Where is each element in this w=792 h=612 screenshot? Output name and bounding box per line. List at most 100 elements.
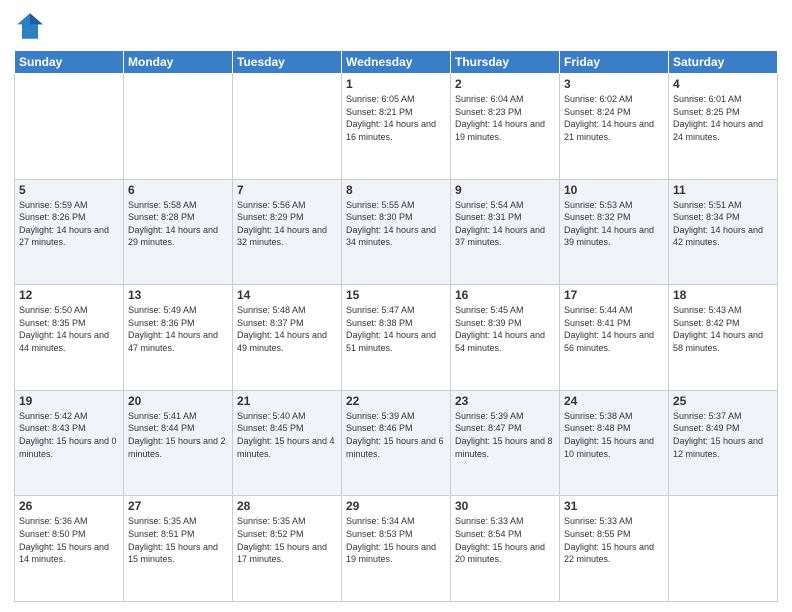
day-number: 18 bbox=[673, 288, 773, 302]
day-number: 10 bbox=[564, 183, 664, 197]
day-number: 13 bbox=[128, 288, 228, 302]
day-number: 27 bbox=[128, 499, 228, 513]
day-number: 12 bbox=[19, 288, 119, 302]
day-number: 16 bbox=[455, 288, 555, 302]
calendar-cell: 30 Sunrise: 5:33 AM Sunset: 8:54 PM Dayli… bbox=[451, 496, 560, 602]
calendar-week: 5 Sunrise: 5:59 AM Sunset: 8:26 PM Daylig… bbox=[15, 179, 778, 285]
calendar-cell: 3 Sunrise: 6:02 AM Sunset: 8:24 PM Daylig… bbox=[560, 74, 669, 180]
day-number: 22 bbox=[346, 394, 446, 408]
day-info: Sunrise: 5:48 AM Sunset: 8:37 PM Dayligh… bbox=[237, 304, 337, 354]
weekday-header: Monday bbox=[124, 51, 233, 74]
calendar-cell: 15 Sunrise: 5:47 AM Sunset: 8:38 PM Dayli… bbox=[342, 285, 451, 391]
calendar-cell: 14 Sunrise: 5:48 AM Sunset: 8:37 PM Dayli… bbox=[233, 285, 342, 391]
day-info: Sunrise: 5:59 AM Sunset: 8:26 PM Dayligh… bbox=[19, 199, 119, 249]
day-info: Sunrise: 5:33 AM Sunset: 8:54 PM Dayligh… bbox=[455, 515, 555, 565]
calendar-cell: 5 Sunrise: 5:59 AM Sunset: 8:26 PM Daylig… bbox=[15, 179, 124, 285]
day-number: 14 bbox=[237, 288, 337, 302]
calendar-body: 1 Sunrise: 6:05 AM Sunset: 8:21 PM Daylig… bbox=[15, 74, 778, 602]
day-number: 30 bbox=[455, 499, 555, 513]
calendar-cell: 16Sunrise: 5:45 AM Sunset: 8:39 PM Dayli… bbox=[451, 285, 560, 391]
header bbox=[14, 10, 778, 42]
calendar-cell: 4 Sunrise: 6:01 AM Sunset: 8:25 PM Daylig… bbox=[669, 74, 778, 180]
weekday-row: SundayMondayTuesdayWednesdayThursdayFrid… bbox=[15, 51, 778, 74]
calendar-cell bbox=[233, 74, 342, 180]
calendar-cell: 13 Sunrise: 5:49 AM Sunset: 8:36 PM Dayli… bbox=[124, 285, 233, 391]
day-info: Sunrise: 5:49 AM Sunset: 8:36 PM Dayligh… bbox=[128, 304, 228, 354]
day-info: Sunrise: 5:51 AM Sunset: 8:34 PM Dayligh… bbox=[673, 199, 773, 249]
calendar-week: 1 Sunrise: 6:05 AM Sunset: 8:21 PM Daylig… bbox=[15, 74, 778, 180]
calendar-cell: 7 Sunrise: 5:56 AM Sunset: 8:29 PM Daylig… bbox=[233, 179, 342, 285]
calendar-cell: 21Sunrise: 5:40 AM Sunset: 8:45 PM Dayli… bbox=[233, 390, 342, 496]
calendar-cell bbox=[15, 74, 124, 180]
day-info: Sunrise: 5:53 AM Sunset: 8:32 PM Dayligh… bbox=[564, 199, 664, 249]
day-info: Sunrise: 5:47 AM Sunset: 8:38 PM Dayligh… bbox=[346, 304, 446, 354]
day-info: Sunrise: 5:44 AM Sunset: 8:41 PM Dayligh… bbox=[564, 304, 664, 354]
calendar-cell bbox=[669, 496, 778, 602]
day-info: Sunrise: 5:34 AM Sunset: 8:53 PM Dayligh… bbox=[346, 515, 446, 565]
day-number: 7 bbox=[237, 183, 337, 197]
day-info: Sunrise: 5:54 AM Sunset: 8:31 PM Dayligh… bbox=[455, 199, 555, 249]
day-number: 20 bbox=[128, 394, 228, 408]
day-number: 9 bbox=[455, 183, 555, 197]
calendar-cell: 25 Sunrise: 5:37 AM Sunset: 8:49 PM Dayli… bbox=[669, 390, 778, 496]
day-info: Sunrise: 5:42 AM Sunset: 8:43 PM Dayligh… bbox=[19, 410, 119, 460]
day-number: 3 bbox=[564, 77, 664, 91]
day-info: Sunrise: 6:04 AM Sunset: 8:23 PM Dayligh… bbox=[455, 93, 555, 143]
day-info: Sunrise: 5:56 AM Sunset: 8:29 PM Dayligh… bbox=[237, 199, 337, 249]
day-info: Sunrise: 5:38 AM Sunset: 8:48 PM Dayligh… bbox=[564, 410, 664, 460]
day-number: 4 bbox=[673, 77, 773, 91]
page: SundayMondayTuesdayWednesdayThursdayFrid… bbox=[0, 0, 792, 612]
day-info: Sunrise: 6:05 AM Sunset: 8:21 PM Dayligh… bbox=[346, 93, 446, 143]
day-info: Sunrise: 5:35 AM Sunset: 8:52 PM Dayligh… bbox=[237, 515, 337, 565]
day-info: Sunrise: 5:39 AM Sunset: 8:47 PM Dayligh… bbox=[455, 410, 555, 460]
day-info: Sunrise: 5:36 AM Sunset: 8:50 PM Dayligh… bbox=[19, 515, 119, 565]
calendar-cell: 6 Sunrise: 5:58 AM Sunset: 8:28 PM Daylig… bbox=[124, 179, 233, 285]
calendar-cell: 24 Sunrise: 5:38 AM Sunset: 8:48 PM Dayli… bbox=[560, 390, 669, 496]
weekday-header: Friday bbox=[560, 51, 669, 74]
day-info: Sunrise: 5:39 AM Sunset: 8:46 PM Dayligh… bbox=[346, 410, 446, 460]
calendar-cell: 23 Sunrise: 5:39 AM Sunset: 8:47 PM Dayli… bbox=[451, 390, 560, 496]
day-number: 1 bbox=[346, 77, 446, 91]
calendar-cell: 11 Sunrise: 5:51 AM Sunset: 8:34 PM Dayli… bbox=[669, 179, 778, 285]
day-number: 26 bbox=[19, 499, 119, 513]
calendar-cell: 2 Sunrise: 6:04 AM Sunset: 8:23 PM Daylig… bbox=[451, 74, 560, 180]
calendar-cell: 8Sunrise: 5:55 AM Sunset: 8:30 PM Daylig… bbox=[342, 179, 451, 285]
day-info: Sunrise: 5:43 AM Sunset: 8:42 PM Dayligh… bbox=[673, 304, 773, 354]
logo-icon bbox=[14, 10, 46, 42]
day-number: 31 bbox=[564, 499, 664, 513]
calendar-cell: 22 Sunrise: 5:39 AM Sunset: 8:46 PM Dayli… bbox=[342, 390, 451, 496]
day-number: 24 bbox=[564, 394, 664, 408]
day-number: 11 bbox=[673, 183, 773, 197]
day-info: Sunrise: 5:40 AM Sunset: 8:45 PM Dayligh… bbox=[237, 410, 337, 460]
calendar-header: SundayMondayTuesdayWednesdayThursdayFrid… bbox=[15, 51, 778, 74]
day-info: Sunrise: 5:37 AM Sunset: 8:49 PM Dayligh… bbox=[673, 410, 773, 460]
day-number: 15 bbox=[346, 288, 446, 302]
day-info: Sunrise: 6:02 AM Sunset: 8:24 PM Dayligh… bbox=[564, 93, 664, 143]
day-number: 6 bbox=[128, 183, 228, 197]
day-number: 5 bbox=[19, 183, 119, 197]
calendar: SundayMondayTuesdayWednesdayThursdayFrid… bbox=[14, 50, 778, 602]
calendar-cell: 29 Sunrise: 5:34 AM Sunset: 8:53 PM Dayli… bbox=[342, 496, 451, 602]
day-number: 23 bbox=[455, 394, 555, 408]
day-info: Sunrise: 6:01 AM Sunset: 8:25 PM Dayligh… bbox=[673, 93, 773, 143]
calendar-cell: 1 Sunrise: 6:05 AM Sunset: 8:21 PM Daylig… bbox=[342, 74, 451, 180]
calendar-cell: 31Sunrise: 5:33 AM Sunset: 8:55 PM Dayli… bbox=[560, 496, 669, 602]
calendar-cell: 27Sunrise: 5:35 AM Sunset: 8:51 PM Dayli… bbox=[124, 496, 233, 602]
day-number: 28 bbox=[237, 499, 337, 513]
calendar-cell: 10 Sunrise: 5:53 AM Sunset: 8:32 PM Dayli… bbox=[560, 179, 669, 285]
day-info: Sunrise: 5:58 AM Sunset: 8:28 PM Dayligh… bbox=[128, 199, 228, 249]
calendar-week: 26 Sunrise: 5:36 AM Sunset: 8:50 PM Dayli… bbox=[15, 496, 778, 602]
weekday-header: Wednesday bbox=[342, 51, 451, 74]
day-info: Sunrise: 5:41 AM Sunset: 8:44 PM Dayligh… bbox=[128, 410, 228, 460]
day-number: 17 bbox=[564, 288, 664, 302]
day-number: 29 bbox=[346, 499, 446, 513]
logo bbox=[14, 10, 50, 42]
calendar-cell: 17 Sunrise: 5:44 AM Sunset: 8:41 PM Dayli… bbox=[560, 285, 669, 391]
calendar-week: 19 Sunrise: 5:42 AM Sunset: 8:43 PM Dayli… bbox=[15, 390, 778, 496]
calendar-cell: 18 Sunrise: 5:43 AM Sunset: 8:42 PM Dayli… bbox=[669, 285, 778, 391]
calendar-cell: 19 Sunrise: 5:42 AM Sunset: 8:43 PM Dayli… bbox=[15, 390, 124, 496]
day-number: 8 bbox=[346, 183, 446, 197]
day-number: 2 bbox=[455, 77, 555, 91]
day-number: 19 bbox=[19, 394, 119, 408]
day-number: 25 bbox=[673, 394, 773, 408]
